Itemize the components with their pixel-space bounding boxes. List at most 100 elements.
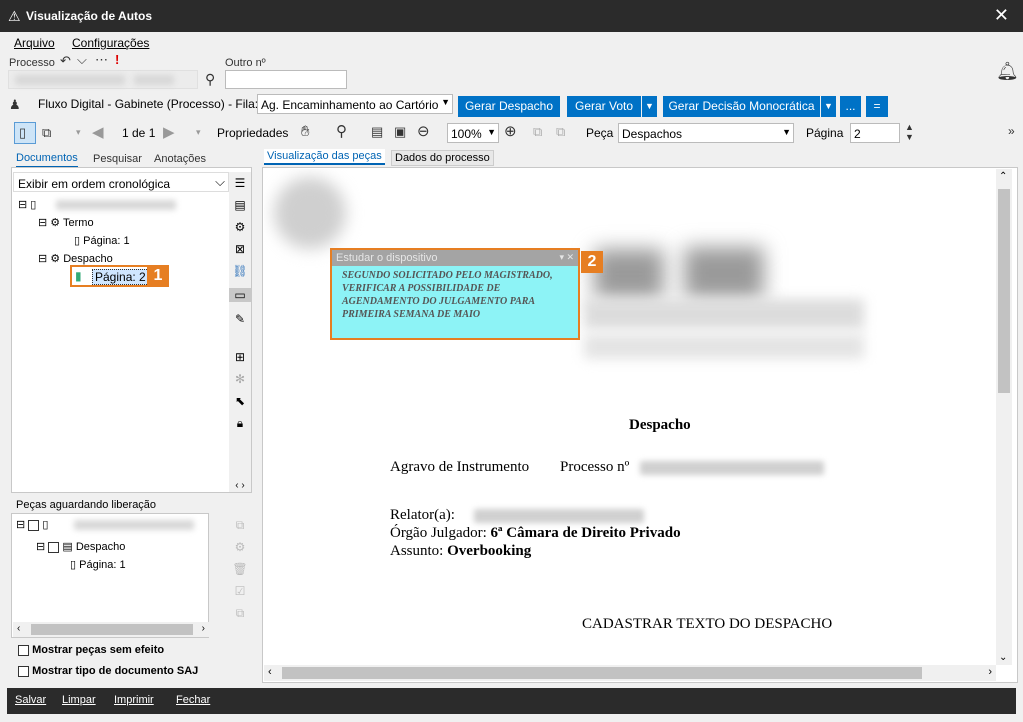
- collapse-icon[interactable]: ‹ ›: [229, 480, 251, 491]
- tree-root[interactable]: ⊟ ▯: [18, 198, 36, 211]
- rotate-left-icon[interactable]: ⧉: [533, 125, 542, 138]
- aguardando-hscroll[interactable]: ‹ ›: [13, 622, 209, 637]
- certificate-icon[interactable]: ⚙: [229, 540, 251, 554]
- zoom-in-icon[interactable]: ⊕: [504, 124, 517, 139]
- doc-processo-label: Processo nº: [560, 459, 630, 475]
- annotate-icon[interactable]: ✎: [229, 312, 251, 326]
- viewer-vscroll[interactable]: ⌃ ⌄: [996, 169, 1012, 665]
- scroll-thumb[interactable]: [31, 624, 193, 635]
- assunto-label: Assunto:: [390, 543, 444, 559]
- fechar-button[interactable]: Fechar: [176, 694, 210, 706]
- checkbox[interactable]: [28, 519, 40, 531]
- trash-icon[interactable]: 🗑︎: [229, 562, 251, 576]
- zoom-select[interactable]: 100% ▼: [447, 123, 499, 143]
- prev-page-icon[interactable]: ◀: [92, 125, 104, 140]
- list-icon[interactable]: ☰: [229, 176, 251, 190]
- vscroll-thumb[interactable]: [998, 189, 1010, 393]
- aguardando-pagina-label: Página: 1: [79, 559, 126, 571]
- tab-pesquisar[interactable]: Pesquisar: [93, 153, 142, 165]
- spinner-icon[interactable]: ✻: [229, 372, 251, 386]
- check-tipo-doc[interactable]: Mostrar tipo de documento SAJ: [18, 665, 198, 677]
- tab-anotacoes[interactable]: Anotações: [154, 153, 206, 165]
- salvar-button[interactable]: Salvar: [15, 694, 46, 706]
- viewer-hscroll[interactable]: ‹ ›: [264, 665, 996, 681]
- doc-agravo: Agravo de Instrumento: [390, 459, 530, 475]
- pagina-input[interactable]: 2: [850, 123, 900, 143]
- scroll-right-icon[interactable]: ›: [988, 666, 992, 678]
- propriedades-button[interactable]: Propriedades: [217, 126, 288, 140]
- order-select[interactable]: Exibir em ordem cronológica ⌵: [13, 172, 229, 192]
- limpar-button[interactable]: Limpar: [62, 694, 96, 706]
- scroll-right-icon[interactable]: ›: [202, 623, 205, 634]
- zoom-tool-icon[interactable]: ⚲: [336, 124, 347, 139]
- more-button[interactable]: ...: [840, 96, 861, 117]
- fila-select[interactable]: Ag. Encaminhamento ao Cartório ▼: [257, 94, 453, 114]
- first-page-icon[interactable]: ▾: [76, 128, 81, 137]
- hscroll-thumb[interactable]: [282, 667, 922, 679]
- copy-icon[interactable]: ⧉: [229, 606, 251, 621]
- add-icon[interactable]: ⊞: [229, 350, 251, 364]
- tree-item-despacho[interactable]: ⊟ ⚙ Despacho: [38, 252, 113, 265]
- link-icon[interactable]: ⛓: [229, 264, 251, 278]
- imprimir-button[interactable]: Imprimir: [114, 694, 154, 706]
- note-header[interactable]: Estudar o dispositivo ▾ ✕: [332, 250, 578, 266]
- note-icon[interactable]: ▭: [229, 288, 251, 302]
- tab-visualizacao[interactable]: Visualização das peças: [264, 149, 385, 165]
- checkbox[interactable]: [18, 644, 29, 656]
- note-close-icon[interactable]: ▾ ✕: [559, 252, 574, 263]
- tab-dados[interactable]: Dados do processo: [391, 150, 494, 166]
- zoom-out-icon[interactable]: ⊖: [417, 124, 430, 139]
- scroll-up-icon[interactable]: ⌃: [999, 171, 1007, 182]
- peca-select[interactable]: Despachos ▼: [618, 123, 794, 143]
- outro-input[interactable]: [225, 70, 347, 89]
- last-page-icon[interactable]: ▾: [196, 128, 201, 137]
- rotate-right-icon[interactable]: ⧉: [556, 125, 565, 138]
- search-icon[interactable]: ⚲: [205, 72, 215, 86]
- doc-assunto-line: Assunto: Overbooking: [390, 543, 531, 560]
- certificate-icon[interactable]: ⚙: [229, 220, 251, 234]
- gerar-voto-button[interactable]: Gerar Voto: [567, 96, 641, 117]
- chevron-down-icon[interactable]: ⌵: [77, 53, 87, 66]
- remove-icon[interactable]: ⊠: [229, 242, 251, 256]
- gerar-voto-dropdown[interactable]: ▼: [642, 96, 657, 117]
- window-title: Visualização de Autos: [26, 9, 153, 23]
- overflow-icon[interactable]: »: [1008, 125, 1015, 137]
- hand-icon[interactable]: ✋︎: [301, 124, 310, 139]
- scroll-left-icon[interactable]: ‹: [17, 623, 20, 634]
- aguardando-root[interactable]: ⊟ ▯: [16, 518, 48, 531]
- menu-arquivo[interactable]: Arquivo: [14, 36, 55, 50]
- check-list-icon[interactable]: ☑: [229, 584, 251, 598]
- annotation-note[interactable]: Estudar o dispositivo ▾ ✕ SEGUNDO SOLICIT…: [330, 248, 580, 340]
- fit-width-icon[interactable]: ▤: [371, 125, 383, 138]
- more-icon[interactable]: ⋯: [95, 53, 108, 66]
- fit-page-icon[interactable]: ▣: [394, 125, 406, 138]
- scroll-down-icon[interactable]: ⌄: [999, 652, 1007, 663]
- tree-item-termo[interactable]: ⊟ ⚙ Termo: [38, 216, 94, 229]
- menu-configuracoes[interactable]: Configurações: [72, 36, 149, 50]
- copy-icon[interactable]: ⧉: [42, 126, 51, 139]
- checkbox[interactable]: [18, 665, 29, 677]
- orgao-value: 6ª Câmara de Direito Privado: [490, 525, 681, 541]
- page-spinner-icon[interactable]: ▲ ▼: [905, 122, 914, 142]
- close-icon[interactable]: ✕: [994, 5, 1009, 26]
- back-icon[interactable]: ↶: [60, 54, 71, 67]
- gerar-decisao-button[interactable]: Gerar Decisão Monocrática: [663, 96, 820, 117]
- cursor-icon[interactable]: ⬉: [229, 394, 251, 408]
- gerar-despacho-button[interactable]: Gerar Despacho: [458, 96, 560, 117]
- aguardando-pagina[interactable]: ▯ Página: 1: [70, 558, 126, 571]
- filter-button[interactable]: =: [866, 96, 888, 117]
- release-icon[interactable]: ⧉: [229, 518, 251, 533]
- check-sem-efeito[interactable]: Mostrar peças sem efeito: [18, 644, 164, 656]
- next-page-icon[interactable]: ▶: [163, 125, 175, 140]
- alert-icon: !: [115, 52, 120, 67]
- aguardando-despacho[interactable]: ⊟ ▤ Despacho: [36, 540, 125, 553]
- tree-item-termo-pagina[interactable]: ▯ Página: 1: [74, 234, 130, 247]
- checkbox[interactable]: [48, 541, 60, 553]
- gerar-decisao-dropdown[interactable]: ▼: [821, 96, 836, 117]
- stack-icon[interactable]: ▤: [229, 198, 251, 212]
- scroll-left-icon[interactable]: ‹: [268, 666, 272, 678]
- lock-icon[interactable]: 🔒︎: [229, 416, 251, 431]
- tab-documentos[interactable]: Documentos: [16, 152, 78, 168]
- processo-input[interactable]: [8, 70, 198, 89]
- bell-icon[interactable]: 🔔︎: [996, 62, 1019, 80]
